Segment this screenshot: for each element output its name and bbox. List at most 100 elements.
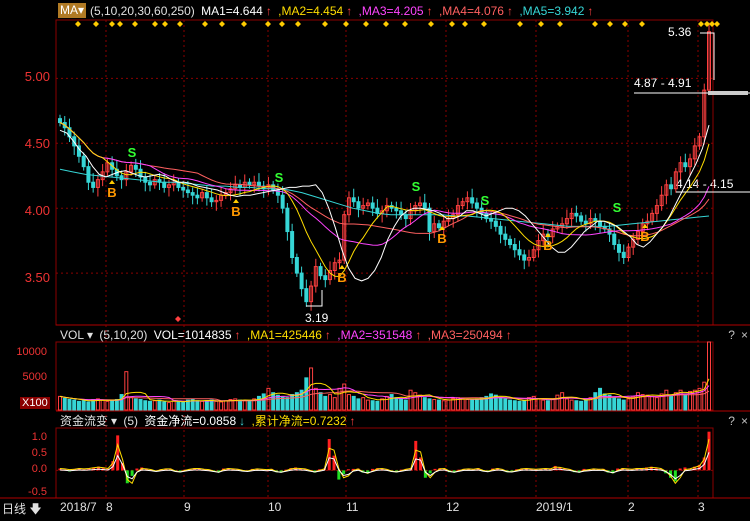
ma3-line: [59, 122, 710, 246]
volume-bar: [403, 399, 408, 411]
candle-body: [209, 197, 214, 203]
volume-bar: [166, 402, 171, 411]
candle-body: [503, 233, 508, 240]
candle-body: [294, 257, 299, 274]
volume-bar: [503, 398, 508, 411]
volume-bar: [508, 399, 513, 411]
volume-bar: [332, 397, 337, 411]
sell-marker: S: [275, 170, 284, 185]
sell-marker: S: [128, 145, 137, 160]
flow-bar: [673, 470, 677, 482]
volume-bar: [261, 393, 266, 411]
volume-bar: [707, 341, 711, 411]
volume-bar: [223, 400, 228, 411]
signal-diamond-icon: [75, 21, 81, 27]
volume-bar: [219, 401, 224, 411]
signal-diamond-icon: [241, 21, 247, 27]
volume-bar: [399, 398, 404, 411]
volume-bar: [370, 400, 375, 411]
volume-bar: [451, 398, 456, 411]
volume-bar: [114, 398, 119, 411]
flow-panel-frame: [55, 427, 714, 499]
candle-body: [58, 118, 62, 124]
volume-bar: [408, 389, 413, 411]
volume-bar: [654, 397, 659, 411]
volume-bar: [328, 394, 333, 411]
candle-body: [247, 181, 252, 186]
candle-body: [621, 251, 626, 259]
candle-body: [474, 202, 479, 209]
volume-bar: [380, 398, 385, 411]
volume-bar: [441, 400, 446, 411]
candle-body: [522, 254, 527, 261]
volume-bar: [418, 394, 423, 411]
signal-diamond-icon: [462, 21, 468, 27]
candle-body: [498, 225, 503, 235]
volume-bar: [389, 394, 394, 411]
signal-diamond-icon: [363, 21, 369, 27]
candle-body: [290, 231, 295, 259]
volume-bar: [318, 392, 323, 411]
volume-bar: [664, 389, 669, 411]
volume-bar: [86, 401, 91, 411]
buy-arrow-icon: [233, 199, 239, 203]
volume-bar: [432, 398, 437, 411]
volume-bar: [238, 399, 243, 411]
volume-bar: [536, 398, 541, 411]
volume-bar: [162, 401, 167, 411]
signal-diamond-icon: [639, 21, 645, 27]
candle-body: [598, 220, 603, 227]
signal-diamond-icon: [109, 21, 115, 27]
volume-bar: [517, 400, 522, 411]
volume-bar: [247, 400, 252, 411]
candle-body: [612, 233, 617, 246]
signal-diamond-icon: [402, 21, 408, 27]
volume-bar: [645, 394, 650, 411]
volume-bar: [58, 395, 62, 411]
ma2-line: [59, 122, 710, 278]
volume-bar: [683, 393, 688, 411]
candle-body: [190, 192, 195, 196]
volume-bar: [323, 395, 328, 411]
volume-bar: [579, 400, 584, 411]
buy-arrow-icon: [109, 180, 115, 184]
candle-body: [436, 223, 441, 229]
candle-body: [370, 202, 375, 209]
candle-body: [399, 210, 404, 216]
candle-body: [81, 155, 86, 168]
volume-bar: [593, 392, 598, 411]
volume-bar: [81, 400, 86, 411]
volume-bar: [621, 399, 626, 411]
stock-chart[interactable]: B B B B B B S S S S S: [0, 0, 750, 518]
volume-bar: [62, 397, 67, 411]
volume-bar: [351, 395, 356, 411]
signal-diamond-icon: [428, 21, 434, 27]
volume-bar: [616, 398, 621, 411]
sell-marker: S: [412, 179, 421, 194]
candle-body: [133, 164, 138, 170]
candle-body: [422, 202, 427, 209]
signal-diamond-icon: [162, 21, 168, 27]
candle-body: [508, 238, 513, 246]
signal-diamond-icon: [557, 21, 563, 27]
candle-body: [356, 201, 361, 209]
candle-body: [91, 181, 96, 188]
volume-bar: [313, 387, 318, 411]
volume-bar: [200, 400, 205, 411]
volume-bar: [489, 393, 494, 411]
volume-bar: [555, 394, 560, 411]
signal-diamond-icon: [93, 21, 99, 27]
volume-bar: [214, 400, 219, 411]
volume-bar: [522, 400, 527, 411]
candle-body: [517, 249, 522, 256]
volume-bar: [290, 394, 295, 411]
signal-diamond-icon: [132, 21, 138, 27]
buy-marker: B: [543, 238, 552, 253]
volume-bar: [394, 397, 399, 411]
volume-bar: [436, 399, 441, 411]
volume-bar: [76, 400, 81, 411]
volume-bar: [133, 398, 138, 411]
signal-diamond-icon: [295, 21, 301, 27]
price-panel-frame: [55, 19, 714, 326]
signal-diamond-icon: [202, 21, 208, 27]
